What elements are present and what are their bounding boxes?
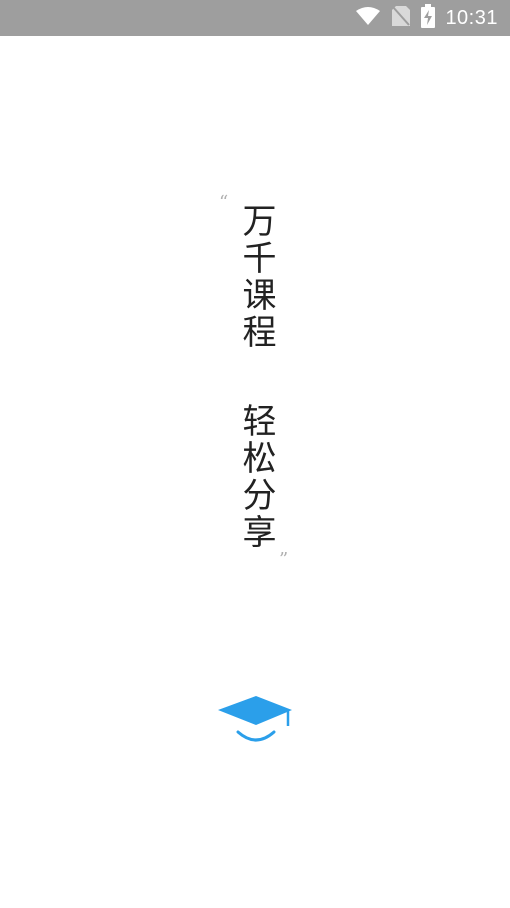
app-logo [216, 692, 296, 752]
close-quote-mark: ” [279, 549, 289, 570]
slogan-line-1: 万千课程 [236, 203, 276, 351]
graduation-cap-smile-icon [216, 696, 296, 756]
slogan-line-2: 轻松分享 [236, 403, 276, 551]
slogan: “ 万千课程 轻松分享 ” [0, 0, 510, 908]
open-quote-mark: “ [219, 192, 229, 213]
